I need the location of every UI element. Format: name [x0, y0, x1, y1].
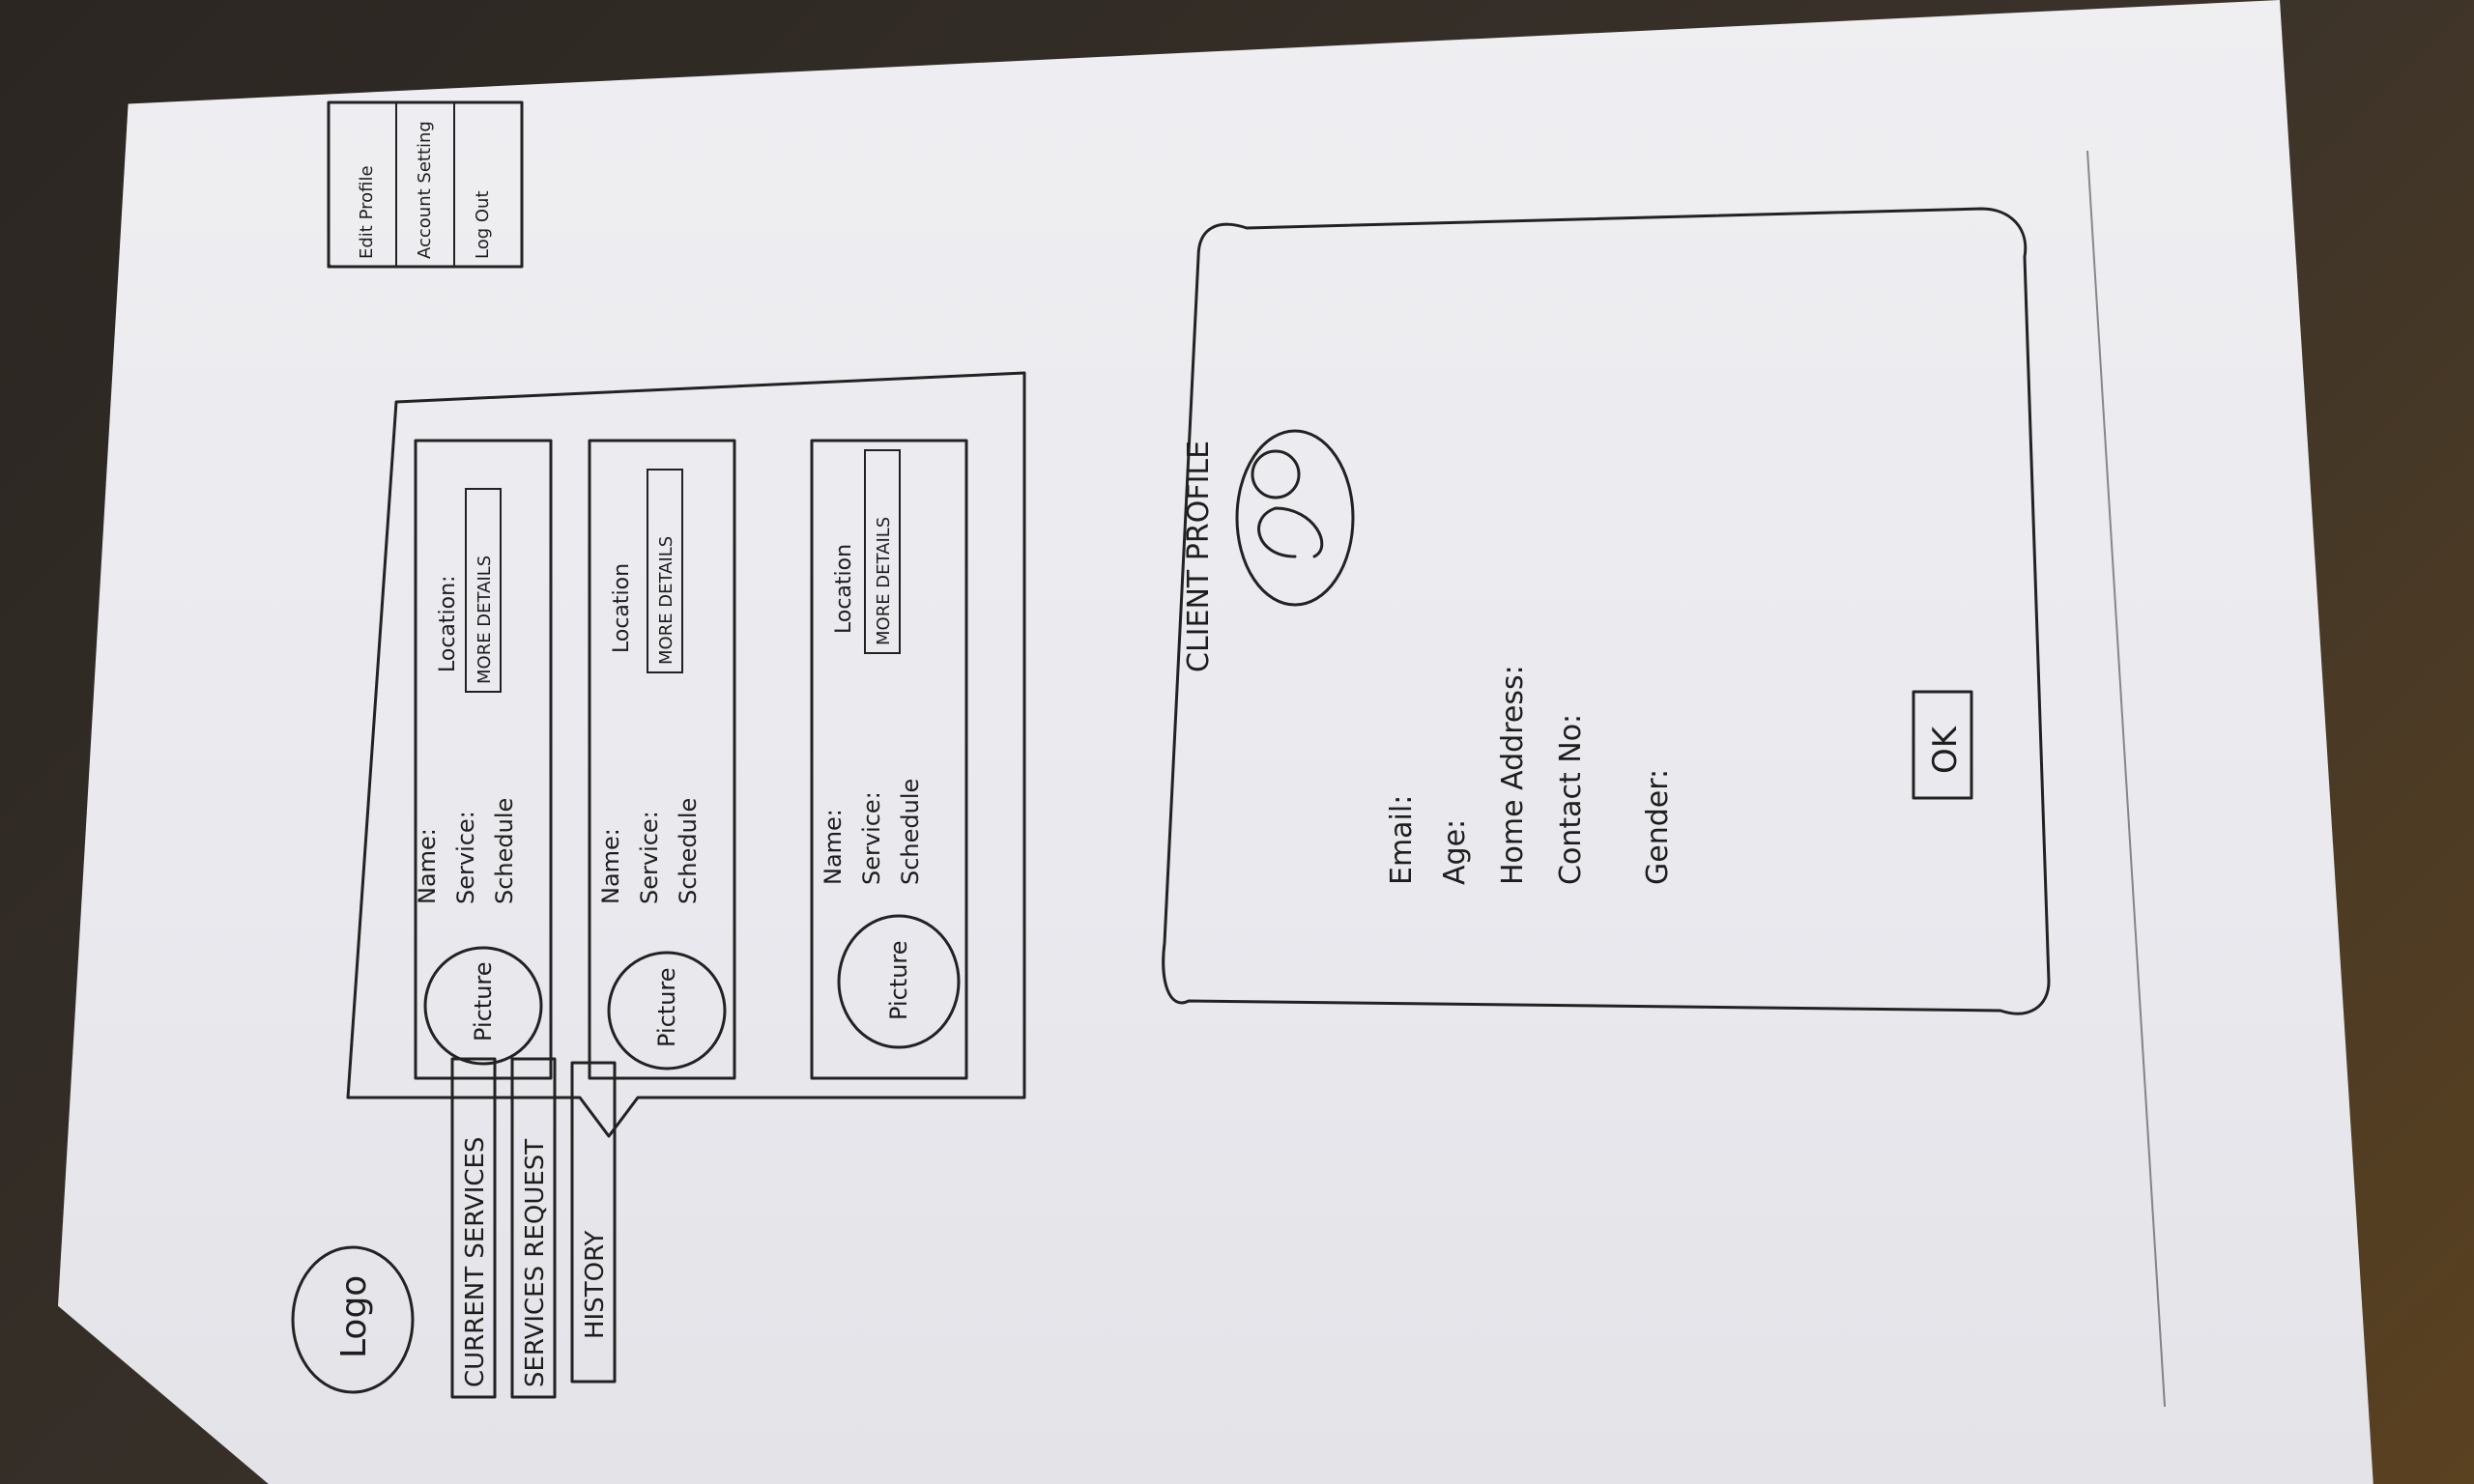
svg-text:MORE DETAILS: MORE DETAILS [874, 517, 894, 645]
svg-text:Picture: Picture [470, 961, 497, 1042]
account-menu: Edit Profile Account Setting Log Out [327, 100, 524, 269]
svg-text:Picture: Picture [885, 940, 912, 1020]
svg-text:Age:: Age: [1438, 819, 1472, 885]
wireframe-sketch: Logo CURRENT SERVICES SERVICES REQUEST H… [291, 100, 2166, 1408]
svg-text:Service:: Service: [858, 791, 885, 885]
svg-text:SERVICES REQUEST: SERVICES REQUEST [521, 1139, 550, 1387]
svg-text:Location: Location [832, 544, 856, 634]
svg-text:MORE DETAILS: MORE DETAILS [475, 556, 495, 684]
logo-text: Logo [334, 1275, 374, 1358]
svg-text:Home Address:: Home Address: [1496, 665, 1530, 885]
svg-text:Name:: Name: [820, 809, 847, 885]
svg-text:Gender:: Gender: [1641, 769, 1675, 885]
svg-text:Contact No:: Contact No: [1554, 714, 1588, 885]
request-card-1: Picture Name: Service: Schedule Location… [414, 439, 553, 1080]
avatar [1235, 429, 1355, 607]
request-card-2: Picture Name: Service: Schedule Location… [588, 439, 736, 1080]
profile-title: CLIENT PROFILE [1182, 441, 1216, 672]
svg-text:Service:: Service: [636, 811, 663, 904]
client-profile-modal: CLIENT PROFILE Email: Age: Home Address:… [1162, 207, 2051, 1015]
svg-text:Location:: Location: [436, 576, 460, 672]
svg-text:Schedule: Schedule [897, 779, 924, 885]
svg-text:MORE DETAILS: MORE DETAILS [656, 536, 676, 665]
svg-text:Schedule: Schedule [675, 798, 702, 904]
svg-text:CURRENT SERVICES: CURRENT SERVICES [461, 1137, 490, 1387]
svg-text:Name:: Name: [414, 828, 441, 904]
logo: Logo [291, 1245, 415, 1394]
svg-text:Email:: Email: [1385, 795, 1419, 885]
svg-text:Schedule: Schedule [491, 798, 518, 904]
services-panel [346, 371, 1026, 1138]
svg-text:Service:: Service: [452, 811, 479, 904]
log-out-item[interactable]: Log Out [473, 190, 493, 259]
svg-text:Picture: Picture [653, 967, 680, 1047]
edit-profile-item[interactable]: Edit Profile [357, 165, 377, 259]
request-card-3: Picture Name: Service: Schedule Location… [810, 439, 968, 1080]
svg-text:HISTORY: HISTORY [581, 1231, 610, 1339]
svg-text:OK: OK [1926, 725, 1965, 774]
svg-text:Name:: Name: [597, 828, 624, 904]
svg-text:Location: Location [610, 563, 634, 653]
account-setting-item[interactable]: Account Setting [415, 121, 435, 259]
